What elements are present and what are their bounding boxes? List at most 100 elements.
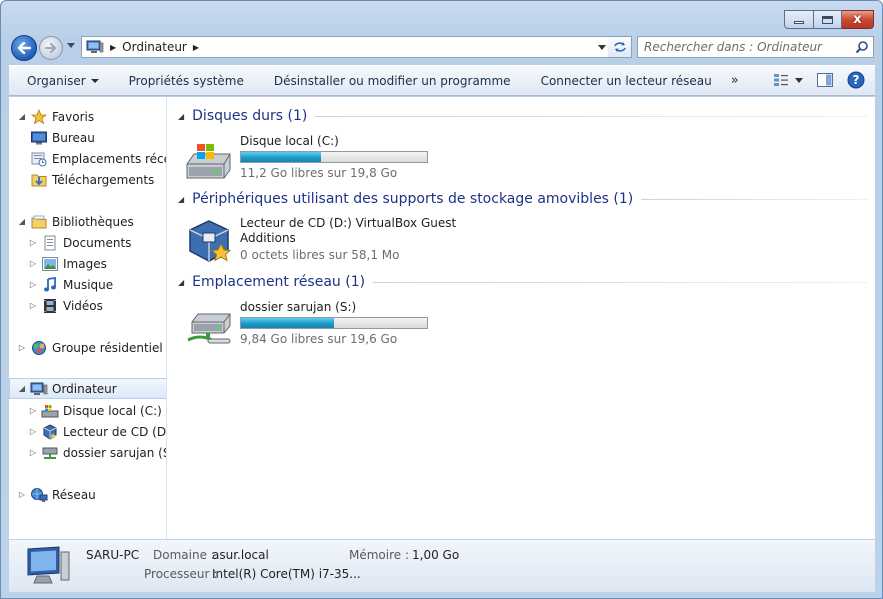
expand-arrow-icon[interactable]: ▷ <box>17 490 27 499</box>
refresh-button[interactable] <box>608 36 632 58</box>
collapse-arrow-icon[interactable]: ◢ <box>178 195 184 204</box>
group-title: Emplacement réseau (1) <box>192 274 366 290</box>
tree-label: Emplacements récents <box>52 151 166 166</box>
drive-item-c[interactable]: Disque local (C:) 11,2 Go libres sur 19,… <box>184 134 444 194</box>
drive-name-line1: Lecteur de CD (D:) VirtualBox Guest <box>240 216 457 230</box>
domain-label: Domaine : <box>153 548 215 562</box>
breadcrumb-computer[interactable]: Ordinateur <box>122 40 187 54</box>
collapse-arrow-icon[interactable]: ◢ <box>17 384 27 393</box>
expand-arrow-icon[interactable]: ▷ <box>28 301 38 310</box>
breadcrumb-separator-icon[interactable]: ▶ <box>193 43 199 52</box>
search-box[interactable] <box>637 36 874 58</box>
maximize-icon <box>822 15 833 24</box>
window-controls: x <box>784 10 874 29</box>
group-header-removable[interactable]: ◢ Périphériques utilisant des supports d… <box>178 189 868 209</box>
tree-label: Musique <box>63 277 114 292</box>
system-properties-button[interactable]: Propriétés système <box>114 74 259 88</box>
maximize-button[interactable] <box>814 10 842 29</box>
processor-value: Intel(R) Core(TM) i7-35... <box>212 567 361 581</box>
drive-name: Disque local (C:) <box>240 134 339 148</box>
map-network-drive-button[interactable]: Connecter un lecteur réseau <box>526 74 727 88</box>
videos-icon <box>41 298 59 314</box>
tree-item-network[interactable]: ▷ Réseau <box>17 484 96 505</box>
breadcrumb-separator-icon[interactable]: ▶ <box>110 43 116 52</box>
music-icon <box>41 276 59 293</box>
group-divider <box>373 281 868 283</box>
collapse-arrow-icon[interactable]: ◢ <box>17 112 27 121</box>
preview-pane-icon[interactable] <box>817 73 833 87</box>
virtualbox-icon <box>41 423 59 440</box>
documents-icon <box>41 235 59 251</box>
help-icon[interactable]: ? <box>847 71 865 89</box>
organize-button[interactable]: Organiser <box>9 74 114 88</box>
expand-arrow-icon[interactable]: ▷ <box>17 343 27 352</box>
tree-item-downloads[interactable]: Téléchargements <box>30 169 154 190</box>
tree-label: Disque local (C:) <box>63 403 162 418</box>
computer-name: SARU-PC <box>86 548 140 562</box>
refresh-icon <box>613 42 626 52</box>
uninstall-program-button[interactable]: Désinstaller ou modifier un programme <box>259 74 526 88</box>
change-view-button[interactable] <box>773 73 803 87</box>
command-bar: Organiser Propriétés système Désinstalle… <box>9 65 875 96</box>
more-commands-button[interactable]: » <box>731 73 739 88</box>
group-divider <box>641 198 868 200</box>
tree-label: Favoris <box>52 109 95 124</box>
virtualbox-icon <box>189 220 232 262</box>
close-icon: x <box>853 12 862 27</box>
collapse-arrow-icon[interactable]: ◢ <box>178 112 184 121</box>
tree-item-computer[interactable]: ◢ Ordinateur <box>9 378 166 399</box>
expand-arrow-icon[interactable]: ▷ <box>28 427 38 436</box>
tree-item-homegroup[interactable]: ▷ Groupe résidentiel <box>17 337 163 358</box>
address-bar[interactable]: ▶ Ordinateur ▶ <box>81 36 611 58</box>
collapse-arrow-icon[interactable]: ◢ <box>178 278 184 287</box>
expand-arrow-icon[interactable]: ▷ <box>28 406 38 415</box>
downloads-folder-icon <box>30 172 48 188</box>
navigation-row: ▶ Ordinateur ▶ <box>9 33 874 61</box>
tree-item-libraries[interactable]: ◢ Bibliothèques <box>17 211 134 232</box>
expand-arrow-icon[interactable]: ▷ <box>28 238 38 247</box>
recent-pages-button[interactable] <box>67 43 75 48</box>
chevron-down-icon <box>795 77 803 83</box>
collapse-arrow-icon[interactable]: ◢ <box>17 217 27 226</box>
tree-label: Lecteur de CD (D:) VirtualBox Guest Addi… <box>63 424 167 439</box>
computer-icon <box>30 381 48 397</box>
drive-usage-fill <box>241 318 334 328</box>
back-button[interactable] <box>11 35 37 61</box>
domain-value: asur.local <box>212 548 269 562</box>
tree-item-desktop[interactable]: Bureau <box>30 127 95 148</box>
forward-button[interactable] <box>39 36 63 60</box>
organize-label: Organiser <box>27 73 86 88</box>
address-dropdown-icon[interactable] <box>598 45 606 50</box>
drive-name: Lecteur de CD (D:) VirtualBox Guest Addit… <box>240 216 456 246</box>
tree-item-documents[interactable]: ▷ Documents <box>28 232 131 253</box>
tree-item-local-disk[interactable]: ▷ Disque local (C:) <box>28 400 162 421</box>
tree-label: Bureau <box>52 130 95 145</box>
drive-item-d[interactable]: Lecteur de CD (D:) VirtualBox Guest Addit… <box>184 216 456 276</box>
expand-arrow-icon[interactable]: ▷ <box>28 448 38 457</box>
tree-item-videos[interactable]: ▷ Vidéos <box>28 295 103 316</box>
minimize-icon <box>794 21 804 24</box>
drive-item-s[interactable]: dossier sarujan (S:) 9,84 Go libres sur … <box>184 300 444 360</box>
tree-label: Vidéos <box>63 298 103 313</box>
minimize-button[interactable] <box>784 10 814 29</box>
group-title: Périphériques utilisant des supports de … <box>192 191 634 207</box>
expand-arrow-icon[interactable]: ▷ <box>28 280 38 289</box>
tree-item-favorites[interactable]: ◢ Favoris <box>17 106 94 127</box>
details-pane: SARU-PC Domaine : asur.local Mémoire : 1… <box>9 539 875 592</box>
group-header-network-locations[interactable]: ◢ Emplacement réseau (1) <box>178 272 868 292</box>
tree-item-music[interactable]: ▷ Musique <box>28 274 113 295</box>
drive-usage-bar <box>240 317 428 329</box>
tree-label: Ordinateur <box>52 381 117 396</box>
tree-item-images[interactable]: ▷ Images <box>28 253 107 274</box>
tree-label: Réseau <box>52 487 96 502</box>
close-button[interactable]: x <box>842 10 874 29</box>
tree-label: Documents <box>63 235 132 250</box>
search-input[interactable] <box>638 40 848 54</box>
expand-arrow-icon[interactable]: ▷ <box>28 259 38 268</box>
tree-item-network-share[interactable]: ▷ dossier sarujan (S:) <box>28 442 166 463</box>
tree-item-recent-places[interactable]: Emplacements récents <box>30 148 166 169</box>
arrow-right-icon <box>45 43 56 53</box>
group-header-hard-disks[interactable]: ◢ Disques durs (1) <box>178 106 868 126</box>
search-icon[interactable] <box>855 40 869 54</box>
tree-item-cd-drive[interactable]: ▷ Lecteur de CD (D:) VirtualBox Guest Ad… <box>28 421 167 442</box>
